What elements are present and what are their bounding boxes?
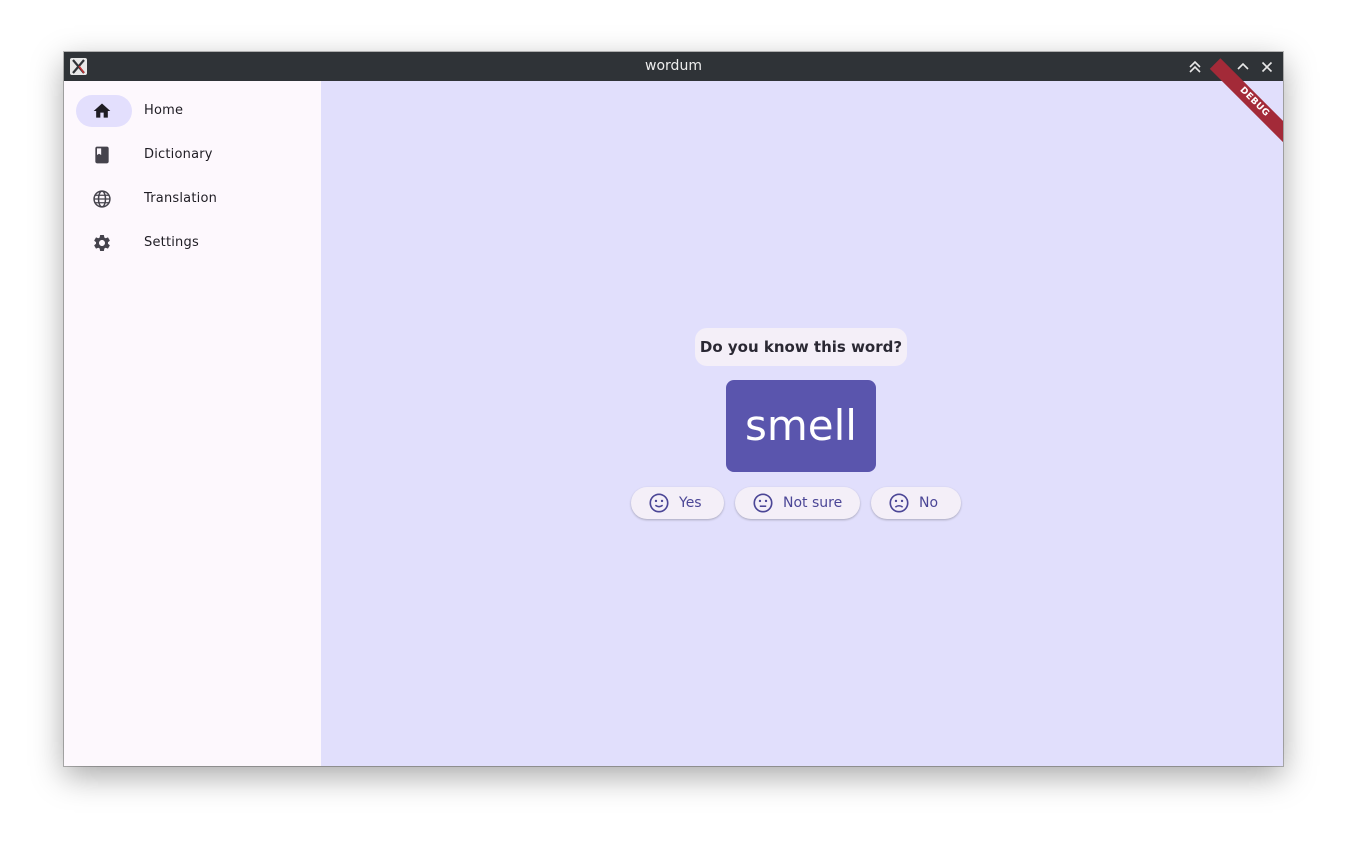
nav-label-settings: Settings: [144, 235, 199, 250]
nav-label-dictionary: Dictionary: [144, 147, 213, 162]
app-window: wordum Home Dictionary Translation Setti…: [64, 52, 1283, 766]
close-button[interactable]: [1257, 57, 1277, 77]
smile-face-icon: [649, 493, 669, 513]
not-sure-button[interactable]: Not sure: [735, 487, 860, 519]
nav-item-settings[interactable]: Settings: [76, 227, 316, 259]
nav-item-translation[interactable]: Translation: [76, 183, 316, 215]
yes-button[interactable]: Yes: [631, 487, 724, 519]
not-sure-label: Not sure: [783, 495, 843, 511]
keep-above-icon: [1189, 60, 1201, 73]
word-card: smell: [726, 380, 876, 472]
close-icon: [1261, 61, 1273, 73]
window-title: wordum: [645, 58, 702, 74]
nav-item-dictionary[interactable]: Dictionary: [76, 139, 316, 171]
title-bar[interactable]: wordum: [64, 52, 1283, 81]
sad-face-icon: [889, 493, 909, 513]
nav-label-translation: Translation: [144, 191, 218, 206]
yes-label: Yes: [679, 495, 702, 511]
nav-item-home[interactable]: Home: [76, 95, 316, 127]
nav-label-home: Home: [144, 103, 184, 118]
globe-icon: [93, 190, 111, 208]
gear-icon: [94, 235, 110, 251]
no-button[interactable]: No: [871, 487, 961, 519]
book-icon: [95, 146, 109, 164]
question-label: Do you know this word?: [695, 328, 907, 366]
home-icon: [93, 103, 111, 118]
navigation-rail: Home Dictionary Translation Settings: [64, 81, 321, 766]
no-label: No: [919, 495, 939, 511]
neutral-face-icon: [753, 493, 773, 513]
keep-above-button[interactable]: [1185, 57, 1205, 77]
home-content: Do you know this word? smell Yes Not sur…: [321, 58, 1283, 766]
